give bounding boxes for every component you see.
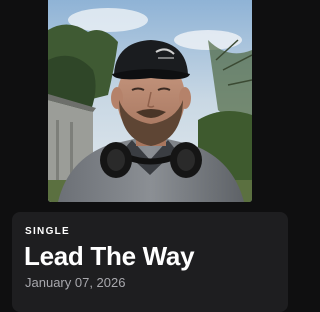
cover-art-image [48,0,252,202]
release-type-label: SINGLE [25,226,71,237]
release-info-card: SINGLE Lead The Way January 07, 2026 [12,212,288,312]
release-date: January 07, 2026 [25,275,126,290]
release-title[interactable]: Lead The Way [24,241,195,272]
cover-art[interactable] [48,0,252,202]
